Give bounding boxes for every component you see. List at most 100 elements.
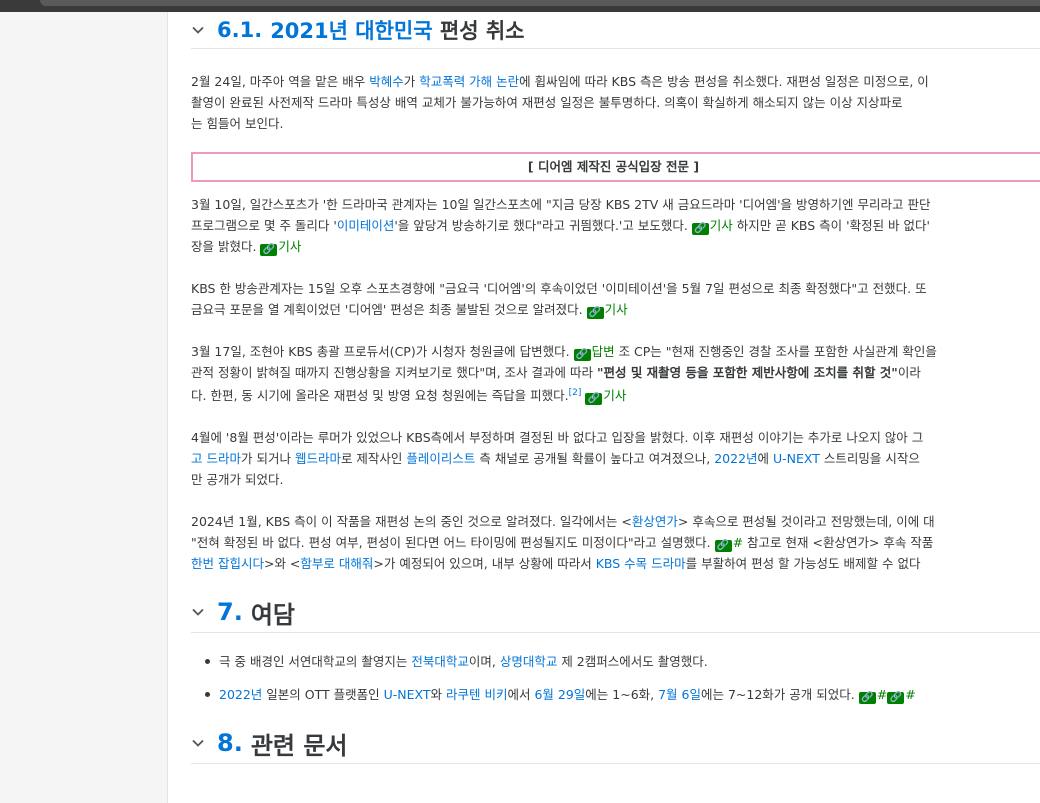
list-item: 2022년 일본의 OTT 플랫폼인 U-NEXT와 라쿠텐 비키에서 6월 2… (191, 684, 1040, 705)
paragraph-cancellation: 2월 24일, 마주아 역을 맡은 배우 박혜수가 학교폭력 가해 논란에 휩싸… (191, 71, 1040, 134)
chevron-down-icon[interactable] (191, 23, 205, 37)
section-heading-6-1[interactable]: 6.1. 2021년 대한민국 편성 취소 (191, 12, 1040, 48)
official-statement-folding-box[interactable]: [ 디어엠 제작진 공식입장 전문 ] (191, 152, 1040, 182)
trivia-list: 극 중 배경인 서연대학교의 촬영지는 전북대학교이며, 상명대학교 제 2캠퍼… (191, 651, 1040, 705)
heading-text-rest: 편성 취소 (439, 19, 525, 43)
external-link-icon[interactable]: 🔗 (586, 307, 604, 319)
external-link-icon[interactable]: 🔗 (691, 223, 709, 235)
text: 하지만 곧 KBS 측이 '확정된 바 없다' (732, 218, 930, 233)
section-title-6-1: 2021년 대한민국 편성 취소 (270, 15, 524, 45)
text: 가 (403, 74, 420, 89)
bold-quote: "편성 및 재촬영 등을 포함한 제반사항에 조치를 취할 것" (596, 365, 898, 380)
text: 촬영이 완료된 사전제작 드라마 특성상 배역 교체가 불가능하여 재편성 일정… (191, 95, 903, 110)
link-kbs-wed-thu-drama[interactable]: KBS 수목 드라마 (596, 556, 686, 571)
text: 조 CP는 "현재 진행중인 경찰 조사를 포함한 사실관계 확인을 (614, 344, 937, 359)
text: 와 (430, 687, 446, 703)
text: 다. 한편, 동 시기에 올라온 재편성 및 방영 요청 청원에는 즉답을 피했… (191, 388, 569, 404)
heading-divider (191, 763, 1040, 765)
link-treat-me-carelessly[interactable]: 함부로 대해줘 (300, 556, 373, 571)
article-content: 6.1. 2021년 대한민국 편성 취소 2월 24일, 마주아 역을 맡은 … (191, 12, 1040, 765)
link-park-hyesu[interactable]: 박혜수 (369, 74, 404, 89)
text: 2024년 1월, KBS 측이 이 작품을 재편성 논의 중인 것으로 알려졌… (191, 514, 632, 530)
section-title-8: 관련 문서 (250, 731, 348, 760)
external-link-hash[interactable]: # (877, 687, 887, 702)
text: 스트리밍을 시작으 (819, 451, 920, 467)
external-link-article[interactable]: 기사 (603, 388, 626, 403)
link-imitation[interactable]: 이미테이션 (337, 218, 395, 233)
section-number-7[interactable]: 7. (217, 598, 243, 626)
link-2022[interactable]: 2022년 (219, 687, 262, 702)
link-2022[interactable]: 2022년 (714, 451, 757, 466)
folding-box-label: [ 디어엠 제작진 공식입장 전문 ] (527, 159, 700, 174)
external-link-hash[interactable]: # (733, 535, 743, 550)
link-fantasy-sonata[interactable]: 환상연가 (632, 514, 678, 529)
text: > 후속으로 편성될 것이라고 전망했는데, 이에 대 (677, 514, 935, 530)
section-number-8[interactable]: 8. (217, 729, 243, 757)
chevron-down-icon[interactable] (191, 736, 205, 750)
text: 4월에 '8월 편성'이라는 루머가 있었으나 KBS측에서 부정하며 결정된 … (191, 430, 924, 446)
external-link-icon[interactable]: 🔗 (714, 540, 732, 553)
link-u-next[interactable]: U-NEXT (384, 687, 431, 702)
link-school-violence[interactable]: 학교폭력 가해 논란 (419, 74, 519, 89)
text: 를 부활하여 편성 할 가능성도 배제할 수 없다 (685, 556, 921, 572)
link-jeonbuk-univ[interactable]: 전북대학교 (411, 654, 469, 669)
browser-frame-edge (40, 0, 1040, 6)
text: 3월 17일, 조현아 KBS 총괄 프로듀서(CP)가 시청자 청원글에 답변… (191, 344, 574, 359)
section-heading-8[interactable]: 8. 관련 문서 (191, 723, 1040, 763)
external-link-icon[interactable]: 🔗 (585, 393, 603, 406)
text: 에는 7~12화가 공개 되었다. (701, 687, 859, 703)
footnote-2[interactable]: [2] (569, 388, 582, 398)
text: 제 2캠퍼스에서도 촬영했다. (557, 654, 708, 670)
text: >와 < (263, 556, 301, 572)
text: 프로그램으로 몇 주 돌리다 ' (191, 218, 337, 233)
paragraph-ilgan-sports: 3월 10일, 일간스포츠가 '한 드라마국 관계자는 10일 일간스포츠에 "… (191, 194, 1040, 257)
text: >가 예정되어 있으며, 내부 상황에 따라서 (373, 556, 596, 572)
external-link-article[interactable]: 기사 (605, 302, 628, 317)
external-link-icon[interactable]: 🔗 (573, 349, 591, 361)
external-link-article[interactable]: 기사 (710, 218, 733, 233)
paragraph-cp-answer: 3월 17일, 조현아 KBS 총괄 프로듀서(CP)가 시청자 청원글에 답변… (191, 341, 1040, 406)
link-sangmyung-univ[interactable]: 상명대학교 (500, 654, 558, 669)
text: 측 채널로 공개될 확률이 높다고 여겨졌으나, (475, 451, 715, 467)
external-link-icon[interactable]: 🔗 (260, 244, 278, 256)
text: "전혀 확정된 바 없다. 편성 여부, 편성이 된다면 어느 타이밍에 편성될… (191, 535, 715, 551)
text: 만 공개가 되었다. (191, 472, 284, 488)
chevron-down-icon[interactable] (191, 605, 205, 619)
text: '을 앞당겨 방송하기로 했다"라고 귀띔했다.'고 보도했다. (394, 218, 692, 233)
text: 금요극 포문을 열 계획이었던 '디어엠' 편성은 최종 불발된 것으로 알려졌… (191, 302, 587, 317)
paragraph-sports-kyunghyang: KBS 한 방송관계자는 15일 오후 스포츠경향에 "금요극 '디어엠'의 후… (191, 278, 1040, 320)
browser-top-bar (0, 0, 1040, 12)
link-playlist[interactable]: 플레이리스트 (406, 451, 475, 466)
text: 에 (757, 451, 774, 467)
paragraph-august-rumor: 4월에 '8월 편성'이라는 루머가 있었으나 KBS측에서 부정하며 결정된 … (191, 427, 1040, 490)
text: 에는 1~6화, (585, 687, 659, 703)
link-catch-once[interactable]: 한번 잡힙시다 (191, 556, 264, 571)
link-july-6[interactable]: 7월 6일 (658, 687, 701, 702)
heading-link-year[interactable]: 2021년 (270, 19, 348, 43)
external-link-answer[interactable]: 답변 (592, 344, 615, 359)
text: 극 중 배경인 서연대학교의 촬영지는 (219, 654, 412, 670)
external-link-hash[interactable]: # (905, 687, 915, 702)
link-drama[interactable]: 고 드라마 (191, 451, 241, 466)
external-link-icon[interactable]: 🔗 (858, 692, 876, 705)
text: 일본의 OTT 플랫폼인 (262, 687, 384, 703)
left-sidebar-pane (0, 12, 167, 803)
text: 관적 정황이 밝혀질 때까지 진행상황을 지켜보기로 했다"며, 조사 결과에 … (191, 365, 597, 380)
text: 에서 (507, 687, 535, 703)
section-heading-7[interactable]: 7. 여담 (191, 592, 1040, 632)
external-link-article[interactable]: 기사 (278, 239, 301, 254)
article-body[interactable]: 6.1. 2021년 대한민국 편성 취소 2월 24일, 마주아 역을 맡은 … (167, 12, 1040, 803)
link-rakuten-viki[interactable]: 라쿠텐 비키 (446, 687, 507, 702)
heading-link-korea[interactable]: 대한민국 (355, 19, 432, 43)
paragraph-2024-rescheduling: 2024년 1월, KBS 측이 이 작품을 재편성 논의 중인 것으로 알려졌… (191, 511, 1040, 574)
link-june-29[interactable]: 6월 29일 (534, 687, 585, 702)
link-u-next[interactable]: U-NEXT (773, 451, 820, 466)
text: 는 힘들어 보인다. (191, 116, 284, 131)
list-item: 극 중 배경인 서연대학교의 촬영지는 전북대학교이며, 상명대학교 제 2캠퍼… (191, 651, 1040, 672)
section-number-6-1[interactable]: 6.1. (217, 18, 262, 42)
text: 2월 24일, 마주아 역을 맡은 배우 (191, 74, 370, 89)
text: 3월 10일, 일간스포츠가 '한 드라마국 관계자는 10일 일간스포츠에 "… (191, 197, 931, 212)
text: 에 휩싸임에 따라 KBS 측은 방송 편성을 취소했다. 재편성 일정은 미정… (519, 74, 929, 89)
external-link-icon[interactable]: 🔗 (887, 692, 905, 705)
link-web-drama[interactable]: 웹드라마 (295, 451, 341, 466)
